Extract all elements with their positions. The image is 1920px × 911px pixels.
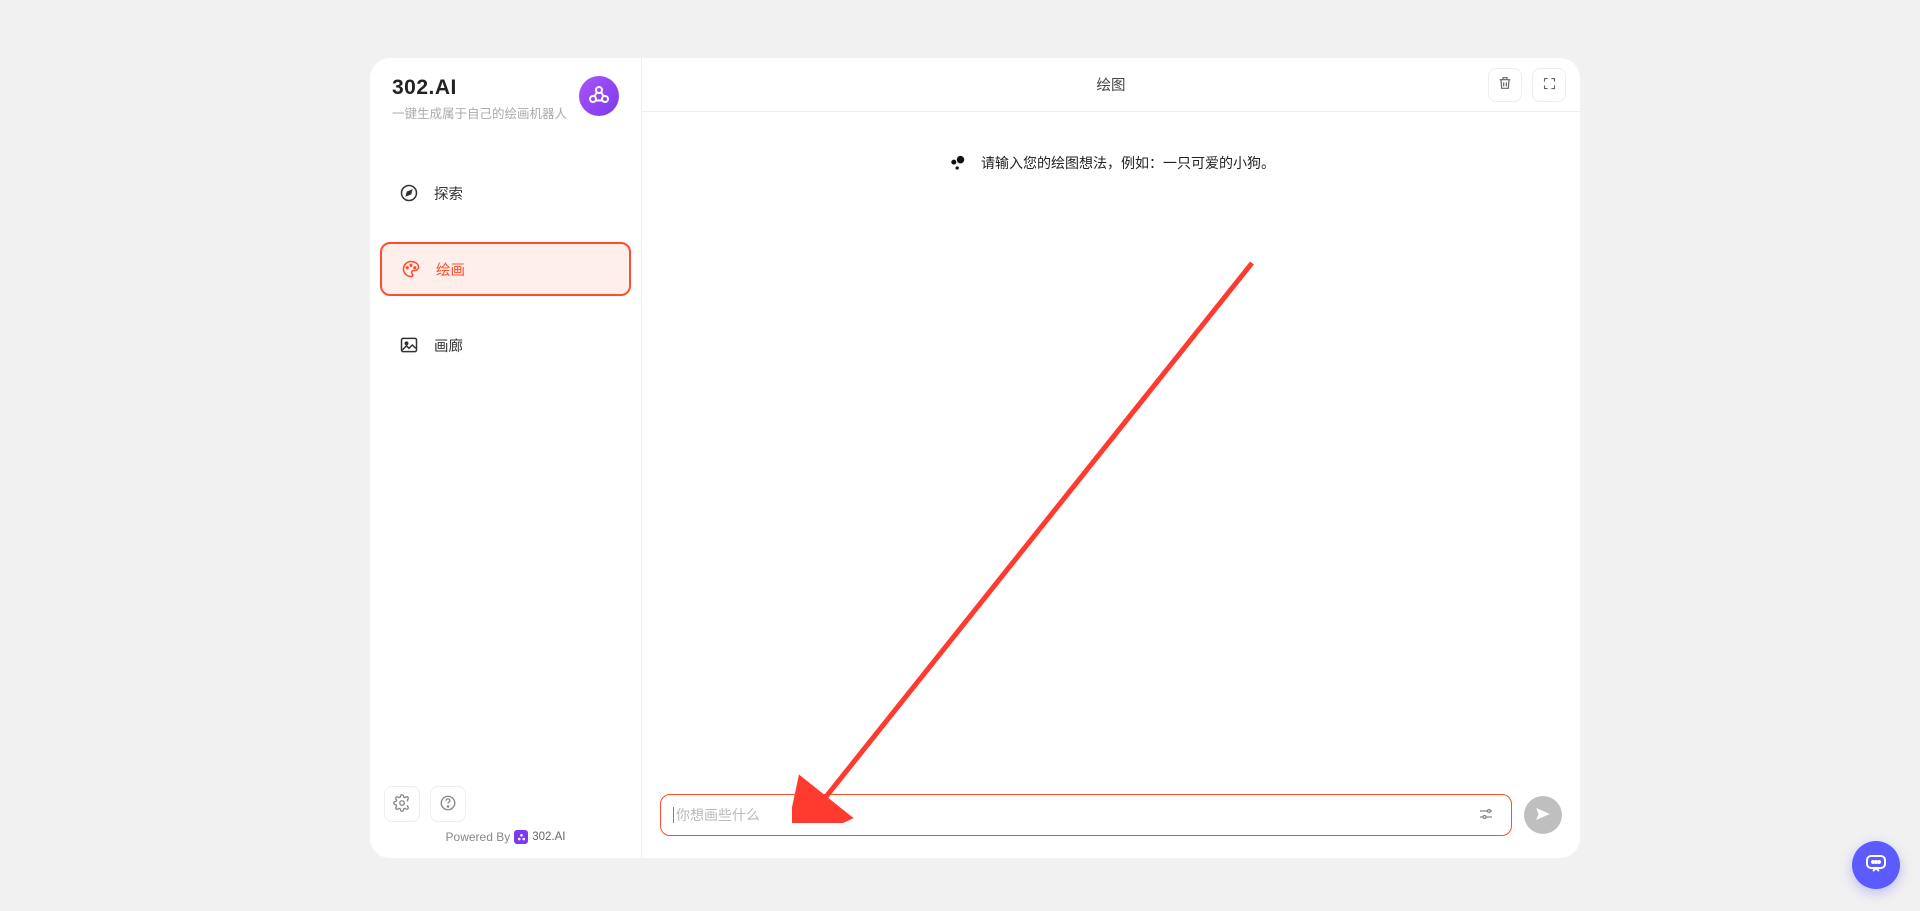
prompt-input[interactable] [676, 807, 1473, 823]
settings-button[interactable] [384, 786, 420, 822]
dots-icon [947, 152, 969, 174]
help-button[interactable] [430, 786, 466, 822]
sidebar-item-gallery[interactable]: 画廊 [380, 320, 631, 370]
image-icon [398, 334, 420, 356]
send-button[interactable] [1524, 796, 1562, 834]
sidebar-header: 302.AI 一键生成属于自己的绘画机器人 [370, 76, 641, 132]
brand-title: 302.AI [392, 76, 567, 100]
options-button[interactable] [1473, 801, 1499, 830]
brand-subtitle: 一键生成属于自己的绘画机器人 [392, 103, 567, 122]
sidebar-nav: 探索 绘画 [370, 168, 641, 370]
compass-icon [398, 182, 420, 204]
footer-icon-row [384, 786, 627, 822]
gear-icon [393, 794, 411, 815]
hint-row: 请输入您的绘图想法，例如：一只可爱的小狗。 [947, 152, 1275, 174]
text-caret [673, 807, 674, 823]
sidebar-item-label: 画廊 [434, 335, 463, 356]
powered-logo-icon [514, 830, 528, 844]
trash-icon [1497, 75, 1513, 94]
main-header: 绘图 [642, 58, 1580, 112]
sidebar-item-label: 绘画 [436, 259, 465, 280]
powered-brand-text: 302.AI [532, 831, 565, 843]
floating-chat-button[interactable] [1852, 841, 1900, 889]
brand-text-block: 302.AI 一键生成属于自己的绘画机器人 [392, 76, 567, 122]
app-window: 302.AI 一键生成属于自己的绘画机器人 探索 [370, 58, 1580, 858]
page-title: 绘图 [1097, 74, 1126, 95]
expand-icon [1542, 76, 1557, 94]
sidebar-item-explore[interactable]: 探索 [380, 168, 631, 218]
input-bar [642, 778, 1580, 858]
chat-icon [1864, 851, 1888, 880]
send-icon [1534, 805, 1552, 826]
palette-icon [400, 258, 422, 280]
main-panel: 绘图 [642, 58, 1580, 858]
fullscreen-button[interactable] [1532, 68, 1566, 102]
powered-by: Powered By 302.AI [384, 830, 627, 844]
sidebar-item-draw[interactable]: 绘画 [380, 242, 631, 296]
content-area: 请输入您的绘图想法，例如：一只可爱的小狗。 [642, 112, 1580, 778]
header-actions [1488, 68, 1566, 102]
prompt-input-wrap[interactable] [660, 794, 1512, 836]
sidebar: 302.AI 一键生成属于自己的绘画机器人 探索 [370, 58, 642, 858]
help-icon [439, 794, 457, 815]
hint-text: 请输入您的绘图想法，例如：一只可爱的小狗。 [981, 153, 1275, 173]
delete-button[interactable] [1488, 68, 1522, 102]
sidebar-item-label: 探索 [434, 183, 463, 204]
powered-by-text: Powered By [446, 830, 511, 844]
sliders-icon [1477, 805, 1495, 826]
sidebar-footer: Powered By 302.AI [370, 786, 641, 858]
brand-logo-icon [579, 76, 619, 116]
